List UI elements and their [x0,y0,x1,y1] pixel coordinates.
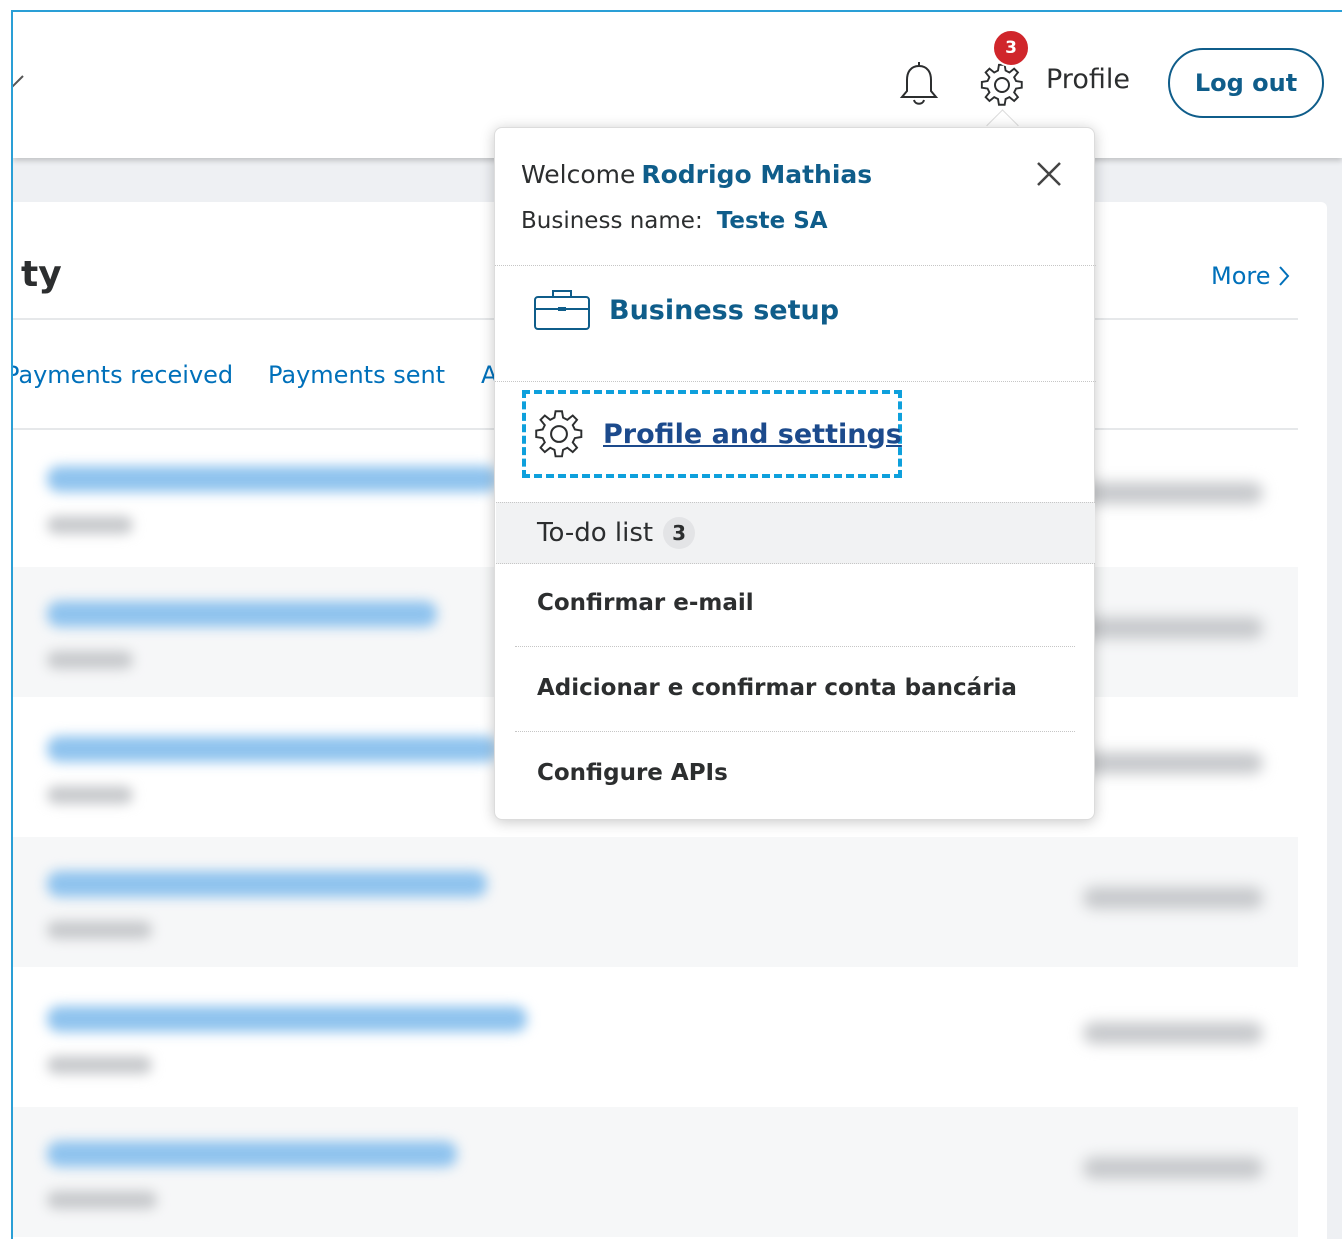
todo-count-badge: 3 [663,517,696,549]
row-amount-blurred [1083,1022,1263,1044]
welcome-prefix: Welcome [521,160,636,189]
business-setup-label: Business setup [609,294,840,326]
row-amount-blurred [1083,1157,1263,1179]
row-amount-blurred [1083,752,1263,774]
row-amount-blurred [1083,482,1263,504]
tab-payments-sent[interactable]: Payments sent [268,361,445,389]
row-title-blurred [47,466,497,492]
welcome-text: Welcome Rodrigo Mathias [521,160,872,189]
user-name: Rodrigo Mathias [641,160,873,189]
todo-divider [515,646,1075,647]
row-title-blurred [47,871,487,897]
row-subtitle-blurred [47,1191,157,1209]
todo-divider [515,731,1075,732]
row-title-blurred [47,736,497,762]
row-title-blurred [47,1141,457,1167]
activity-title: ty [21,254,62,295]
row-amount-blurred [1083,617,1263,639]
todo-item-configure-apis[interactable]: Configure APIs [537,760,728,786]
row-amount-blurred [1083,887,1263,909]
gear-icon[interactable] [979,62,1025,108]
business-name: Teste SA [716,208,828,234]
notification-badge: 3 [992,29,1030,67]
table-row[interactable] [13,837,1298,967]
more-link[interactable]: More [1211,262,1291,290]
profile-settings-item[interactable]: Profile and settings [533,408,902,460]
row-title-blurred [47,1006,527,1032]
business-label: Business name: [521,208,703,234]
todo-list-header: To-do list 3 [496,502,1095,564]
profile-settings-label: Profile and settings [603,418,902,450]
chevron-right-icon [1278,266,1289,286]
menu-divider [495,381,1096,382]
row-subtitle-blurred [47,921,152,939]
row-subtitle-blurred [47,516,133,534]
todo-item-confirm-email[interactable]: Confirmar e-mail [537,590,754,616]
chevron-down-icon[interactable] [11,72,31,92]
briefcase-icon [534,290,590,330]
bell-icon[interactable] [897,60,941,108]
row-subtitle-blurred [47,786,133,804]
business-setup-item[interactable]: Business setup [533,288,839,332]
table-row[interactable] [13,972,1298,1102]
gear-icon [535,410,583,458]
profile-link[interactable]: Profile [1046,64,1130,95]
logout-button[interactable]: Log out [1168,48,1324,118]
close-icon[interactable] [1035,160,1063,188]
business-name-line: Business name: Teste SA [521,208,828,234]
more-label: More [1211,262,1271,290]
menu-divider [495,265,1096,266]
table-row[interactable] [13,1107,1298,1237]
tab-payments-received[interactable]: Payments received [13,361,233,389]
todo-title: To-do list [537,518,654,548]
profile-dropdown-menu: Welcome Rodrigo Mathias Business name: Tes… [494,127,1096,820]
row-title-blurred [47,601,437,627]
todo-item-add-bank-account[interactable]: Adicionar e confirmar conta bancária [537,675,1017,701]
row-subtitle-blurred [47,1056,152,1074]
row-subtitle-blurred [47,651,133,669]
